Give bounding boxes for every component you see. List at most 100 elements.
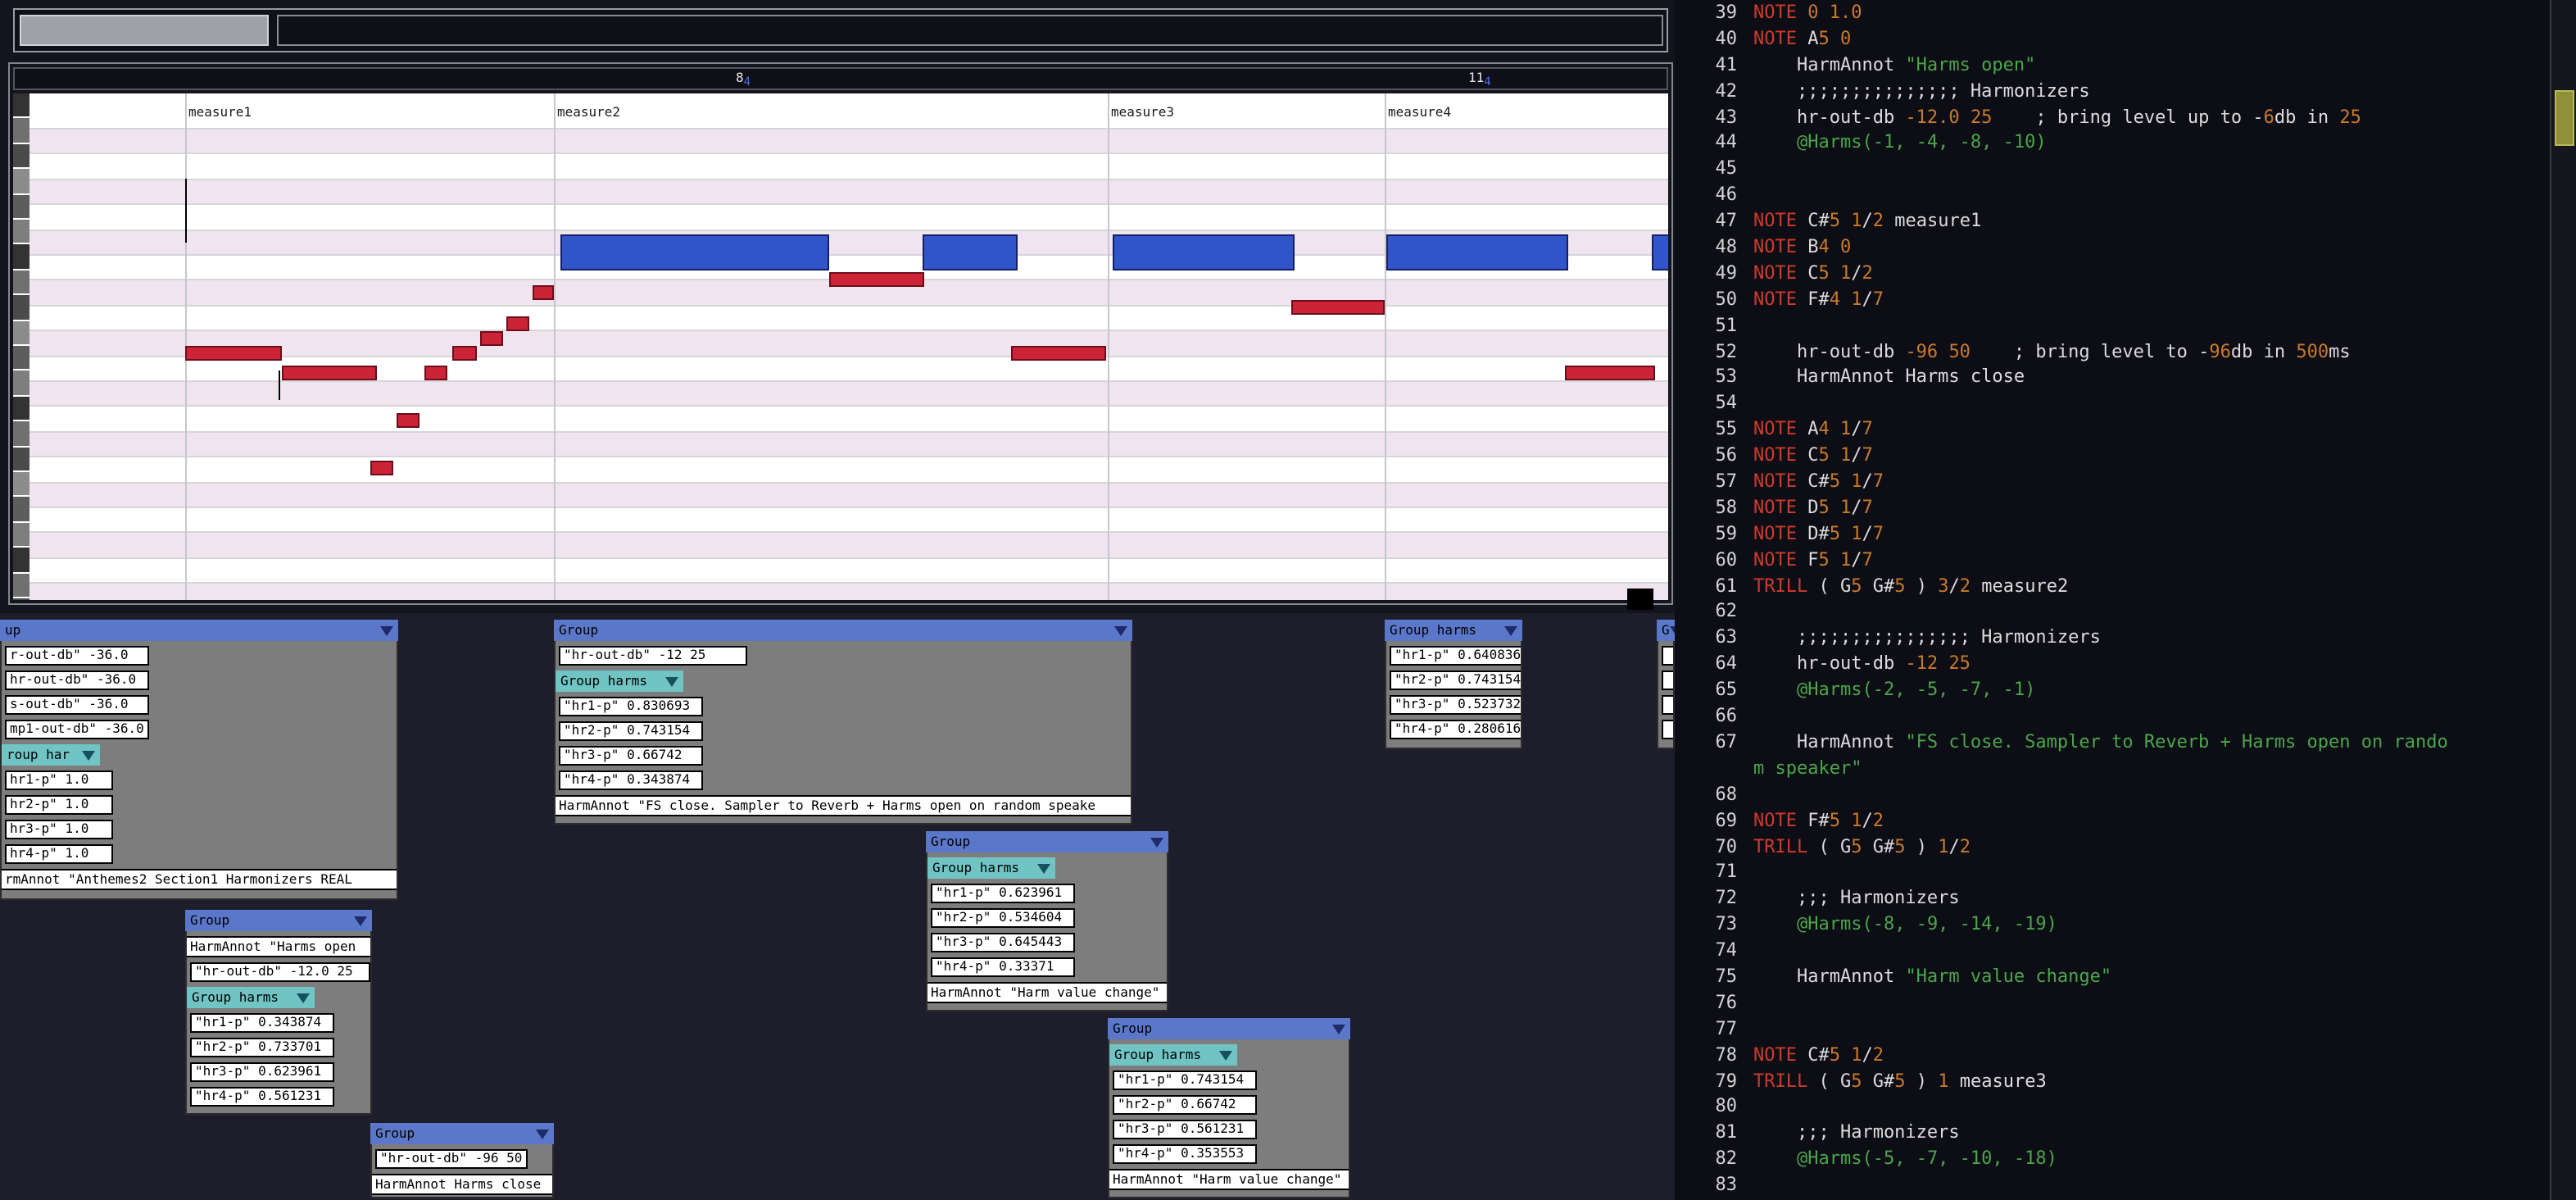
param-field[interactable]: hr2-p" 1.0 xyxy=(5,795,113,815)
code-text: NOTE C5 1/7 xyxy=(1753,444,1873,466)
scrollbar[interactable] xyxy=(2550,0,2576,1200)
code-text: NOTE F#5 1/2 xyxy=(1753,809,1884,831)
param-field[interactable] xyxy=(1662,670,1673,690)
code-line: 75 HarmAnnot "Harm value change" xyxy=(1698,964,2550,990)
code-line: 43 hr-out-db -12.0 25 ; bring level up t… xyxy=(1698,104,2550,130)
collapse-icon[interactable] xyxy=(1219,1050,1232,1060)
param-field[interactable]: hr1-p" 1.0 xyxy=(5,770,113,790)
collapse-icon[interactable] xyxy=(1504,625,1517,635)
collapse-icon[interactable] xyxy=(536,1129,549,1139)
panel-header[interactable]: Group harms xyxy=(1385,620,1522,641)
line-number: 77 xyxy=(1715,1017,1738,1039)
resize-handle[interactable] xyxy=(1627,589,1653,610)
line-number: 66 xyxy=(1715,705,1738,727)
param-field[interactable]: "hr3-p" 0.623961 xyxy=(190,1062,334,1082)
panel-header[interactable]: up xyxy=(0,620,398,641)
line-number: 46 xyxy=(1715,184,1738,206)
param-field[interactable]: "hr1-p" 0.623961 xyxy=(931,884,1075,903)
line-number: 48 xyxy=(1715,236,1738,258)
line-number: 50 xyxy=(1715,288,1738,310)
line-number: 41 xyxy=(1715,53,1738,75)
code-line: 80 xyxy=(1698,1094,2550,1120)
code-text: ;;;;;;;;;;;;;;; Harmonizers xyxy=(1753,80,2090,102)
param-field[interactable]: "hr4-p" 0.33371 xyxy=(931,957,1075,977)
code-line: 53 HarmAnnot Harms close xyxy=(1698,365,2550,391)
panel-header[interactable]: Group xyxy=(185,910,372,931)
code-text: HarmAnnot "Harms open" xyxy=(1753,53,2036,75)
param-field[interactable]: "hr4-p" 0.343874 xyxy=(559,770,703,790)
param-field[interactable]: "hr-out-db" -12.0 25 xyxy=(190,962,370,982)
param-field[interactable]: "hr1-p" 0.343874 xyxy=(190,1013,334,1033)
param-field[interactable]: "hr4-p" 0.353553 xyxy=(1113,1144,1257,1164)
line-number: 40 xyxy=(1715,27,1738,49)
panel-title: Group xyxy=(190,912,230,927)
line-number: 43 xyxy=(1715,106,1738,128)
param-field[interactable] xyxy=(1662,720,1673,739)
param-field[interactable]: r-out-db" -36.0 xyxy=(5,646,149,666)
code-line: 69 NOTE F#5 1/2 xyxy=(1698,807,2550,834)
panel-header[interactable]: Group xyxy=(370,1123,554,1144)
param-field[interactable]: "hr2-p" 0.743154 xyxy=(559,721,703,741)
param-field[interactable]: "hr1-p" 0.640836 xyxy=(1390,646,1521,666)
annotation-field[interactable]: HarmAnnot "Harms open xyxy=(187,936,370,957)
annotation-field[interactable]: HarmAnnot Harms close xyxy=(372,1174,552,1195)
subgroup-header[interactable]: roup har xyxy=(2,744,100,766)
param-field[interactable]: hr3-p" 1.0 xyxy=(5,820,113,839)
param-field[interactable]: "hr1-p" 0.830693 xyxy=(559,697,703,716)
collapse-icon[interactable] xyxy=(1332,1024,1345,1034)
collapse-icon[interactable] xyxy=(82,750,95,760)
annotation-field[interactable]: HarmAnnot "FS close. Sampler to Reverb +… xyxy=(556,795,1131,816)
param-field[interactable]: "hr2-p" 0.743154 xyxy=(1390,670,1521,690)
subgroup-header[interactable]: Group harms xyxy=(927,857,1055,879)
collapse-icon[interactable] xyxy=(1114,625,1127,635)
param-field[interactable]: hr4-p" 1.0 xyxy=(5,844,113,864)
line-number: 70 xyxy=(1715,835,1738,857)
param-field[interactable]: "hr3-p" 0.523732 xyxy=(1390,695,1521,715)
subgroup-header[interactable]: Group harms xyxy=(187,987,315,1008)
param-field[interactable] xyxy=(1662,695,1673,715)
subgroup-header[interactable]: Group harms xyxy=(1109,1044,1237,1066)
group-panel: up r-out-db" -36.0 hr-out-db" -36.0 s-out-d… xyxy=(0,620,398,900)
panel-header[interactable]: Group xyxy=(554,620,1132,641)
panel-header[interactable]: Group xyxy=(926,831,1168,852)
param-field[interactable]: "hr3-p" 0.66742 xyxy=(559,746,703,766)
code-editor[interactable]: 39 NOTE 0 1.0 40 NOTE A5 0 41 HarmAnnot "Har… xyxy=(1675,0,2550,1200)
param-field[interactable]: s-out-db" -36.0 xyxy=(5,695,149,715)
param-field[interactable]: "hr3-p" 0.561231 xyxy=(1113,1120,1257,1139)
panel-header[interactable]: Group xyxy=(1108,1018,1350,1039)
group-panel: Group harms "hr1-p" 0.640836 "hr2-p" 0.743… xyxy=(1385,620,1522,749)
param-field[interactable]: "hr4-p" 0.280616 xyxy=(1390,720,1521,739)
param-field[interactable]: "hr-out-db" -96 50 xyxy=(375,1149,528,1169)
param-field[interactable]: "hr2-p" 0.66742 xyxy=(1113,1095,1257,1115)
scrollbar-thumb[interactable] xyxy=(2555,90,2574,146)
annotation-field[interactable]: HarmAnnot "Harm value change" xyxy=(1109,1169,1349,1190)
collapse-icon[interactable] xyxy=(354,916,367,925)
line-number: 39 xyxy=(1715,2,1738,23)
subgroup-header[interactable]: Group harms xyxy=(556,670,683,692)
panel-title: Group xyxy=(559,622,599,637)
panel-title: Group harms xyxy=(1390,622,1476,637)
sequencer-section: 84 114 measure1 measure2 measure3 measure4 u… xyxy=(0,0,1675,1200)
collapse-icon[interactable] xyxy=(380,625,393,635)
param-field[interactable]: hr-out-db" -36.0 xyxy=(5,670,149,690)
param-field[interactable]: mp1-out-db" -36.0 xyxy=(5,720,149,739)
param-field[interactable] xyxy=(1662,646,1673,666)
param-field[interactable]: "hr1-p" 0.743154 xyxy=(1113,1070,1257,1090)
panel-header[interactable]: G xyxy=(1657,620,1675,641)
collapse-icon[interactable] xyxy=(297,993,310,1002)
code-text: NOTE A4 1/7 xyxy=(1753,418,1873,440)
annotation-field[interactable]: rmAnnot "Anthemes2 Section1 Harmonizers … xyxy=(2,869,397,890)
collapse-icon[interactable] xyxy=(1037,863,1050,873)
subgroup-title: Group harms xyxy=(932,860,1019,875)
param-field[interactable]: "hr3-p" 0.645443 xyxy=(931,933,1075,952)
collapse-icon[interactable] xyxy=(665,676,678,686)
param-field[interactable]: "hr-out-db" -12 25 xyxy=(559,646,747,666)
annotation-field[interactable]: HarmAnnot "Harm value change" xyxy=(927,982,1167,1003)
collapse-icon[interactable] xyxy=(1150,837,1163,847)
line-number: 78 xyxy=(1715,1043,1738,1066)
code-line: 59 NOTE D#5 1/7 xyxy=(1698,521,2550,548)
param-field[interactable]: "hr4-p" 0.561231 xyxy=(190,1087,334,1107)
param-field[interactable]: "hr2-p" 0.733701 xyxy=(190,1038,334,1057)
code-text: @Harms(-2, -5, -7, -1) xyxy=(1797,679,2036,701)
param-field[interactable]: "hr2-p" 0.534604 xyxy=(931,908,1075,928)
